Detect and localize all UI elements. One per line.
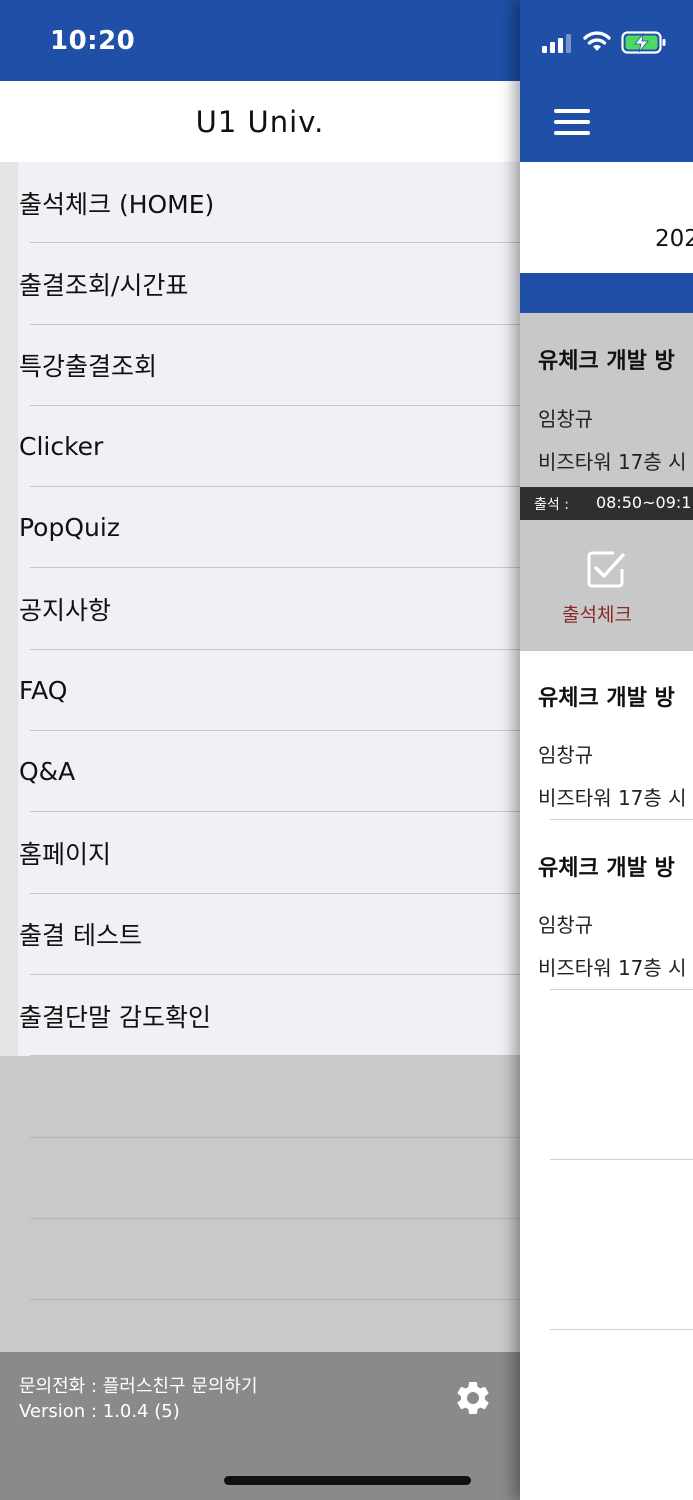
date-label: 202 — [655, 226, 693, 252]
course-title[interactable]: 유체크 개발 방 — [538, 680, 675, 712]
main-panel: 202 유체크 개발 방 임창규 비즈타워 17층 시 출석 : 08:50~0… — [520, 0, 693, 1500]
home-indicator[interactable] — [224, 1476, 471, 1485]
menu-item-label: FAQ — [19, 675, 68, 705]
gear-icon[interactable] — [453, 1378, 493, 1418]
course-room: 비즈타워 17층 시 — [538, 450, 687, 474]
course-room: 비즈타워 17층 시 — [538, 956, 687, 980]
menu-item-label: 출결 테스트 — [19, 921, 142, 951]
status-bar: 10:20 — [0, 0, 520, 81]
app-header — [520, 0, 693, 162]
menu-item-notice[interactable]: 공지사항 — [0, 568, 520, 651]
attendance-time: 08:50~09:1 — [596, 493, 692, 512]
menu-item-qna[interactable]: Q&A — [0, 731, 520, 813]
menu-item-clicker[interactable]: Clicker — [0, 406, 520, 488]
menu-item-label: 출결단말 감도확인 — [19, 1002, 211, 1032]
menu-item-special-lecture[interactable]: 특강출결조회 — [0, 325, 520, 407]
status-time: 10:20 — [50, 26, 136, 56]
side-drawer: 10:20 U1 Univ. 출석체크 (HOME) 출결조회/시간표 특강출결… — [0, 0, 520, 1500]
menu-item-label: 홈페이지 — [19, 840, 112, 870]
contact-text[interactable]: 문의전화 : 플러스친구 문의하기 — [19, 1372, 258, 1398]
menu-icon[interactable] — [554, 109, 590, 135]
drawer-title: U1 Univ. — [195, 104, 325, 139]
menu-item-attendance-test[interactable]: 출결 테스트 — [0, 894, 520, 976]
course-professor: 임창규 — [538, 743, 594, 767]
menu-item-label: 공지사항 — [19, 596, 112, 626]
menu-item-attendance-schedule[interactable]: 출결조회/시간표 — [0, 243, 520, 325]
attendance-time-bar: 출석 : 08:50~09:1 — [520, 487, 693, 520]
menu-edge — [0, 162, 18, 1056]
menu-item-label: Q&A — [19, 757, 76, 787]
drawer-header: U1 Univ. — [0, 81, 520, 162]
menu-item-popquiz[interactable]: PopQuiz — [0, 487, 520, 569]
drawer-menu: 출석체크 (HOME) 출결조회/시간표 특강출결조회 Clicker PopQ… — [0, 162, 520, 1057]
divider — [550, 1329, 693, 1330]
menu-item-label: 출석체크 (HOME) — [19, 189, 215, 219]
battery-icon — [621, 31, 666, 54]
menu-item-sensitivity-check[interactable]: 출결단말 감도확인 — [0, 975, 520, 1057]
menu-item-label: PopQuiz — [19, 513, 120, 543]
menu-item-label: 출결조회/시간표 — [19, 270, 189, 300]
menu-item-home[interactable]: 출석체크 (HOME) — [0, 162, 520, 244]
attendance-label: 출석 : — [534, 497, 569, 513]
course-title: 유체크 개발 방 — [538, 349, 675, 374]
divider — [30, 1218, 520, 1219]
menu-item-faq[interactable]: FAQ — [0, 650, 520, 732]
divider — [30, 1299, 520, 1300]
menu-item-label: 특강출결조회 — [19, 352, 158, 382]
signal-icon — [542, 34, 571, 53]
course-professor: 임창규 — [538, 913, 594, 937]
divider — [550, 819, 693, 820]
checkbox-icon[interactable] — [586, 549, 626, 589]
version-text: Version : 1.0.4 (5) — [19, 1401, 180, 1422]
menu-item-homepage[interactable]: 홈페이지 — [0, 812, 520, 894]
attendance-check-button[interactable]: 출석체크 — [562, 600, 632, 627]
divider — [550, 1159, 693, 1160]
divider — [550, 989, 693, 990]
course-room: 비즈타워 17층 시 — [538, 786, 687, 810]
divider — [30, 1137, 520, 1138]
course-professor: 임창규 — [538, 407, 594, 431]
course-title[interactable]: 유체크 개발 방 — [538, 850, 675, 882]
section-header-bar — [520, 273, 693, 313]
wifi-icon — [583, 31, 611, 51]
menu-item-label: Clicker — [19, 432, 104, 462]
